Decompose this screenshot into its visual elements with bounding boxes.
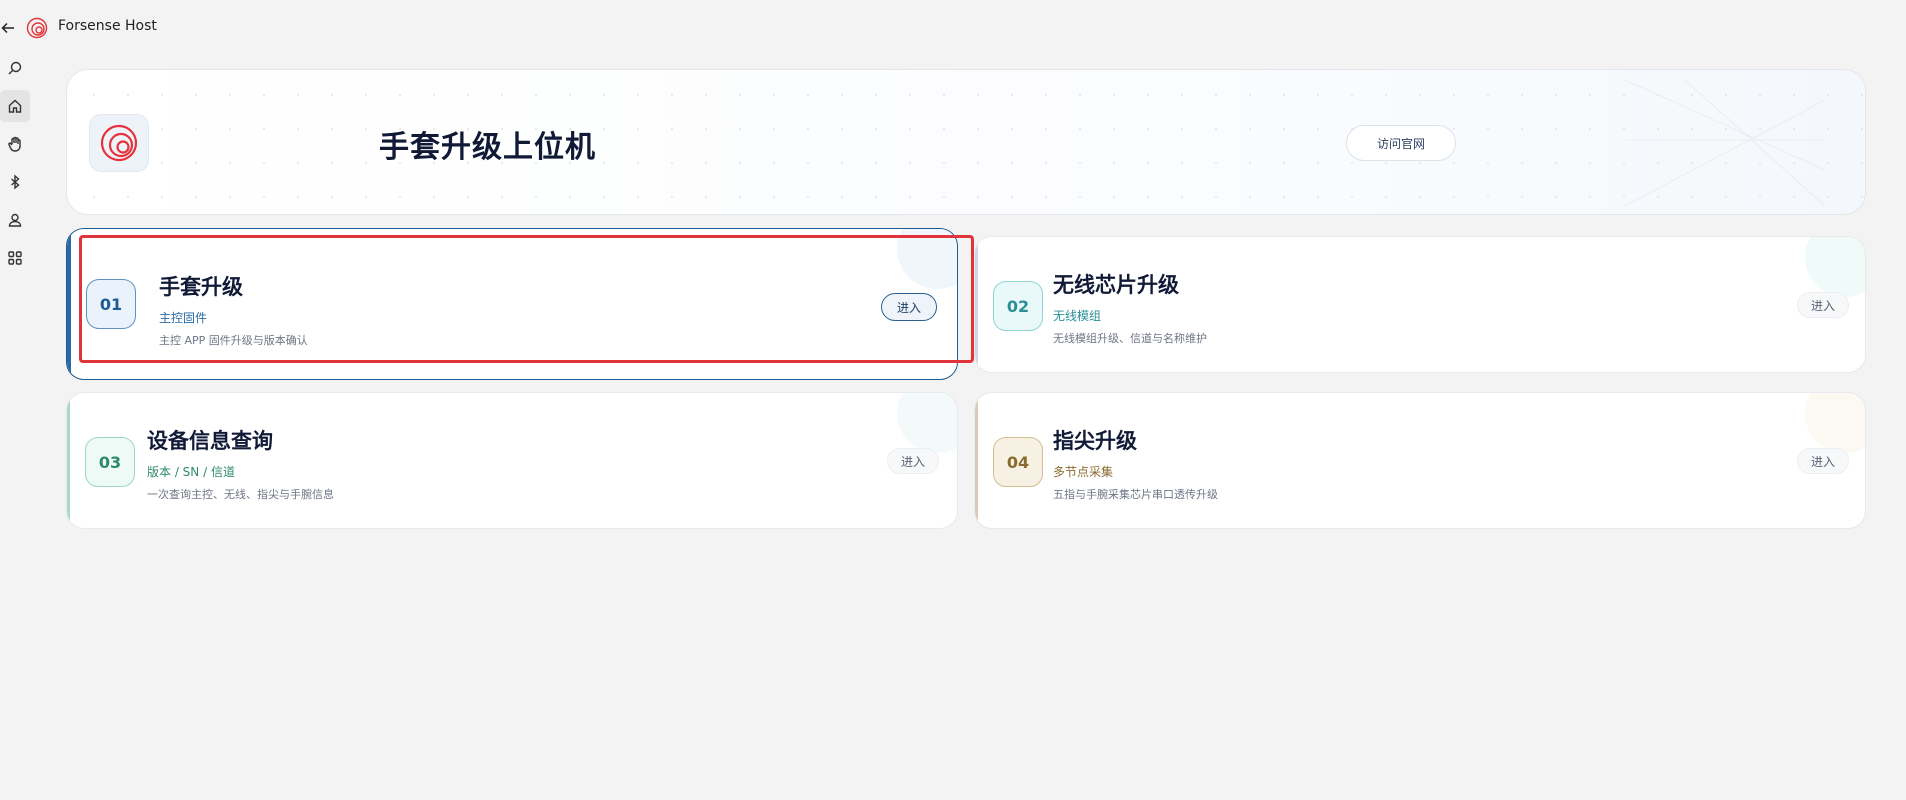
card-description: 无线模组升级、信道与名称维护 (1053, 332, 1207, 345)
card-text: 指尖升级 多节点采集 五指与手腕采集芯片串口透传升级 (1053, 425, 1218, 502)
card-wireless-chip-upgrade[interactable]: 02 无线芯片升级 无线模组 无线模组升级、信道与名称维护 进入 (974, 236, 1866, 373)
card-corner-decoration (897, 393, 957, 453)
visit-website-button[interactable]: 访问官网 (1346, 125, 1456, 161)
card-glove-upgrade[interactable]: 01 手套升级 主控固件 主控 APP 固件升级与版本确认 进入 (66, 228, 958, 380)
card-subtitle: 版本 / SN / 信道 (147, 465, 235, 479)
app-logo-icon (26, 17, 48, 39)
card-subtitle: 无线模组 (1053, 309, 1102, 323)
home-icon[interactable] (0, 90, 30, 122)
card-number-badge: 01 (86, 279, 136, 329)
hand-icon[interactable] (0, 128, 30, 160)
enter-button[interactable]: 进入 (881, 293, 937, 321)
enter-button[interactable]: 进入 (887, 448, 939, 474)
card-subtitle: 多节点采集 (1053, 465, 1114, 479)
app-title: Forsense Host (58, 18, 157, 34)
card-text: 手套升级 主控固件 主控 APP 固件升级与版本确认 (159, 271, 308, 348)
brand-logo (89, 114, 149, 172)
card-corner-decoration (1805, 237, 1865, 297)
card-device-info-query[interactable]: 03 设备信息查询 版本 / SN / 信道 一次查询主控、无线、指尖与手腕信息… (66, 392, 958, 529)
search-icon[interactable] (0, 52, 30, 84)
card-title: 手套升级 (159, 275, 243, 299)
card-corner-decoration (1805, 393, 1865, 453)
hero-banner: 手套升级上位机 访问官网 (66, 69, 1866, 215)
card-number-badge: 02 (993, 281, 1043, 331)
card-accent-bar (67, 393, 70, 528)
brand-logo-icon (100, 124, 138, 162)
card-subtitle: 主控固件 (159, 311, 208, 325)
card-accent-bar (975, 393, 978, 528)
card-description: 五指与手腕采集芯片串口透传升级 (1053, 488, 1218, 501)
left-nav-rail (0, 52, 32, 280)
title-bar: Forsense Host (0, 0, 1906, 56)
apps-icon[interactable] (0, 242, 30, 274)
card-description: 一次查询主控、无线、指尖与手腕信息 (147, 488, 334, 501)
card-number-badge: 03 (85, 437, 135, 487)
dot-pattern (67, 70, 1865, 214)
app-window: Forsense Host 手套升级上位机 访问官网 01 手套升级 主控固件 … (0, 0, 1906, 800)
card-accent-bar (975, 237, 978, 372)
card-accent-bar (67, 229, 71, 379)
card-description: 主控 APP 固件升级与版本确认 (159, 334, 308, 347)
card-title: 无线芯片升级 (1053, 273, 1179, 297)
decorative-lines (1625, 80, 1825, 206)
page-title: 手套升级上位机 (379, 130, 596, 165)
back-arrow-icon[interactable] (0, 17, 16, 39)
card-text: 设备信息查询 版本 / SN / 信道 一次查询主控、无线、指尖与手腕信息 (147, 425, 334, 502)
card-fingertip-upgrade[interactable]: 04 指尖升级 多节点采集 五指与手腕采集芯片串口透传升级 进入 (974, 392, 1866, 529)
enter-button[interactable]: 进入 (1797, 448, 1849, 474)
card-title: 设备信息查询 (147, 429, 273, 453)
card-title: 指尖升级 (1053, 429, 1137, 453)
user-icon[interactable] (0, 204, 30, 236)
card-text: 无线芯片升级 无线模组 无线模组升级、信道与名称维护 (1053, 269, 1207, 346)
card-number-badge: 04 (993, 437, 1043, 487)
bluetooth-icon[interactable] (0, 166, 30, 198)
card-corner-decoration (897, 229, 957, 289)
enter-button[interactable]: 进入 (1797, 292, 1849, 318)
